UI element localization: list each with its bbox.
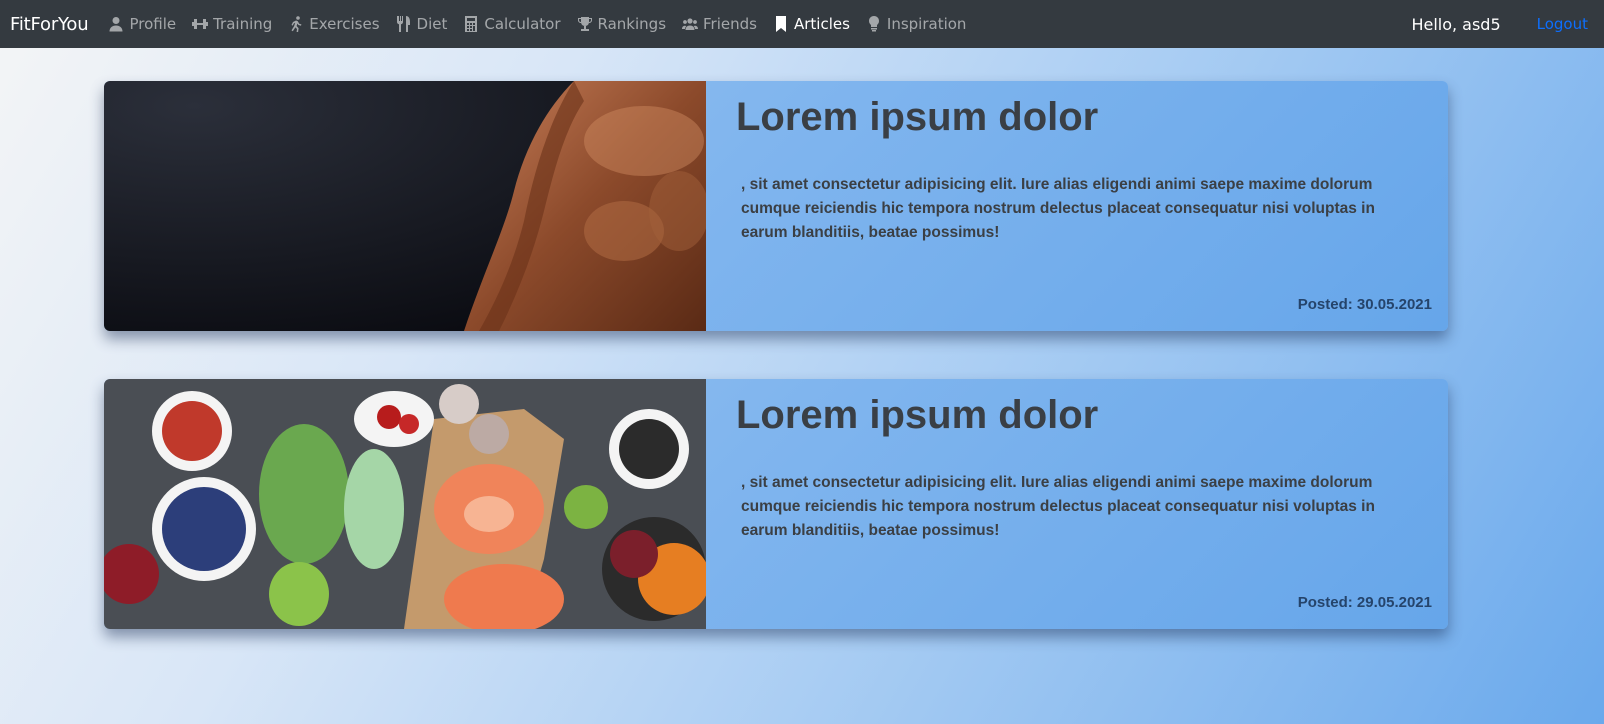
nav-item-label: Rankings xyxy=(597,15,667,33)
article-card[interactable]: Lorem ipsum dolor , sit amet consectetur… xyxy=(104,379,1448,629)
user-greeting: Hello, asd5 xyxy=(1411,14,1501,34)
nav-right: Hello, asd5 Logout xyxy=(1411,0,1604,48)
logout-link[interactable]: Logout xyxy=(1537,15,1588,33)
nav-item-label: Profile xyxy=(129,15,177,33)
nav-items: Profile Training Exercises Diet Calculat… xyxy=(108,15,982,33)
user-icon xyxy=(108,16,124,32)
article-card[interactable]: Lorem ipsum dolor , sit amet consectetur… xyxy=(104,81,1448,331)
navbar: FitForYou Profile Training Exercises Die… xyxy=(0,0,1604,48)
nav-item-label: Exercises xyxy=(309,15,380,33)
nav-item-label: Inspiration xyxy=(886,15,967,33)
nav-item-training[interactable]: Training xyxy=(192,15,272,33)
card-body: Lorem ipsum dolor , sit amet consectetur… xyxy=(706,379,1448,629)
lightbulb-icon xyxy=(866,16,882,32)
dumbbell-icon xyxy=(192,16,209,32)
nav-item-label: Diet xyxy=(416,15,448,33)
nav-item-label: Training xyxy=(213,15,273,33)
healthy-food-photo xyxy=(104,379,706,629)
nav-item-label: Friends xyxy=(703,15,757,33)
nav-item-label: Calculator xyxy=(484,15,561,33)
nav-item-inspiration[interactable]: Inspiration xyxy=(866,15,967,33)
nav-item-articles[interactable]: Articles xyxy=(773,15,850,33)
fitness-man-photo xyxy=(104,81,706,331)
nav-item-calculator[interactable]: Calculator xyxy=(463,15,561,33)
bookmark-icon xyxy=(773,16,789,32)
article-title[interactable]: Lorem ipsum dolor xyxy=(736,95,1098,140)
nav-item-friends[interactable]: Friends xyxy=(682,15,757,33)
calculator-icon xyxy=(463,16,479,32)
trophy-icon xyxy=(577,16,593,32)
article-excerpt: , sit amet consectetur adipisicing elit.… xyxy=(741,176,1375,241)
card-body: Lorem ipsum dolor , sit amet consectetur… xyxy=(706,81,1448,331)
article-title[interactable]: Lorem ipsum dolor xyxy=(736,393,1098,438)
brand-logo[interactable]: FitForYou xyxy=(10,14,89,35)
article-excerpt: , sit amet consectetur adipisicing elit.… xyxy=(741,474,1375,539)
nav-item-diet[interactable]: Diet xyxy=(396,15,448,33)
nav-item-rankings[interactable]: Rankings xyxy=(577,15,667,33)
nav-item-exercises[interactable]: Exercises xyxy=(288,15,380,33)
nav-item-profile[interactable]: Profile xyxy=(108,15,176,33)
running-icon xyxy=(288,16,304,32)
nav-item-label: Articles xyxy=(793,15,850,33)
article-date: Posted: 29.05.2021 xyxy=(1297,594,1432,611)
users-icon xyxy=(682,16,699,32)
article-date: Posted: 30.05.2021 xyxy=(1297,296,1432,313)
utensils-icon xyxy=(396,16,412,32)
